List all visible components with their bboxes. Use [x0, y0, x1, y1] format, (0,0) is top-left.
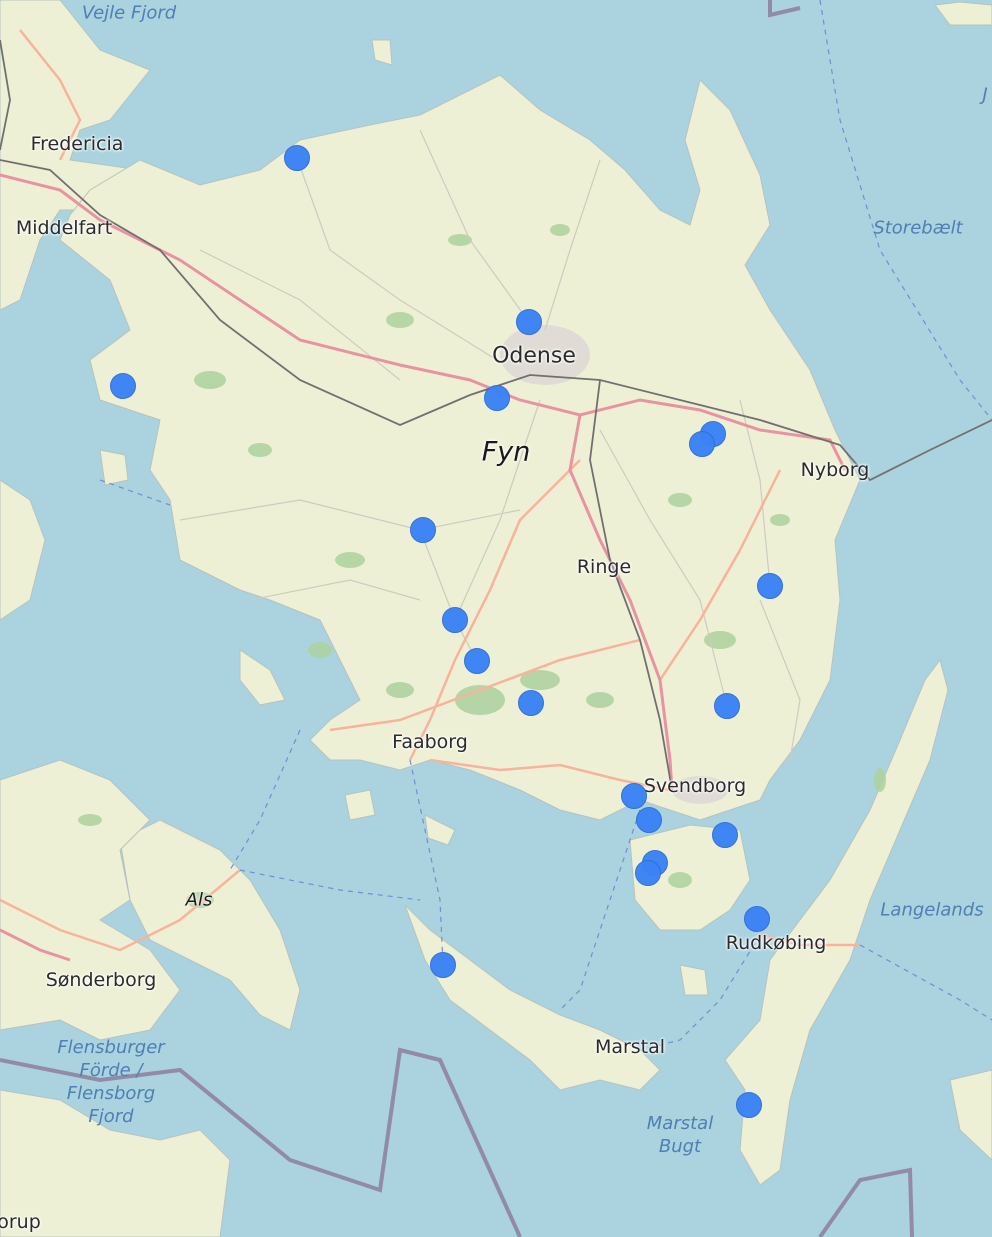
land-lolland-edge: [949, 1069, 992, 1161]
map-marker[interactable]: [714, 693, 740, 719]
land-islet-1: [239, 649, 286, 706]
map-marker[interactable]: [744, 906, 770, 932]
land-aero: [404, 904, 661, 1091]
map-marker[interactable]: [284, 145, 310, 171]
map-marker[interactable]: [689, 431, 715, 457]
map-marker[interactable]: [516, 309, 542, 335]
map-marker[interactable]: [712, 822, 738, 848]
land-islet-5: [679, 964, 709, 996]
land-layer: [0, 0, 992, 1237]
map-marker[interactable]: [430, 952, 456, 978]
map-marker[interactable]: [442, 607, 468, 633]
map-marker[interactable]: [636, 807, 662, 833]
map-marker[interactable]: [757, 573, 783, 599]
map-basemap: [0, 0, 992, 1237]
map-marker[interactable]: [110, 373, 136, 399]
map-marker[interactable]: [410, 517, 436, 543]
land-zealand-edge: [934, 1, 992, 26]
map-view[interactable]: Fredericia Middelfart Odense Nyborg Ring…: [0, 0, 992, 1237]
land-islet-4: [424, 814, 456, 846]
map-marker[interactable]: [464, 648, 490, 674]
map-marker[interactable]: [518, 690, 544, 716]
map-marker[interactable]: [635, 860, 661, 886]
land-islet-2: [99, 449, 129, 486]
land-islet-7: [0, 479, 46, 621]
land-islet-3: [344, 789, 376, 821]
land-islet-6: [371, 39, 393, 66]
map-marker[interactable]: [484, 385, 510, 411]
map-marker[interactable]: [736, 1092, 762, 1118]
urban-svendborg: [672, 776, 728, 804]
land-angeln: [0, 1089, 231, 1237]
map-marker[interactable]: [621, 783, 647, 809]
